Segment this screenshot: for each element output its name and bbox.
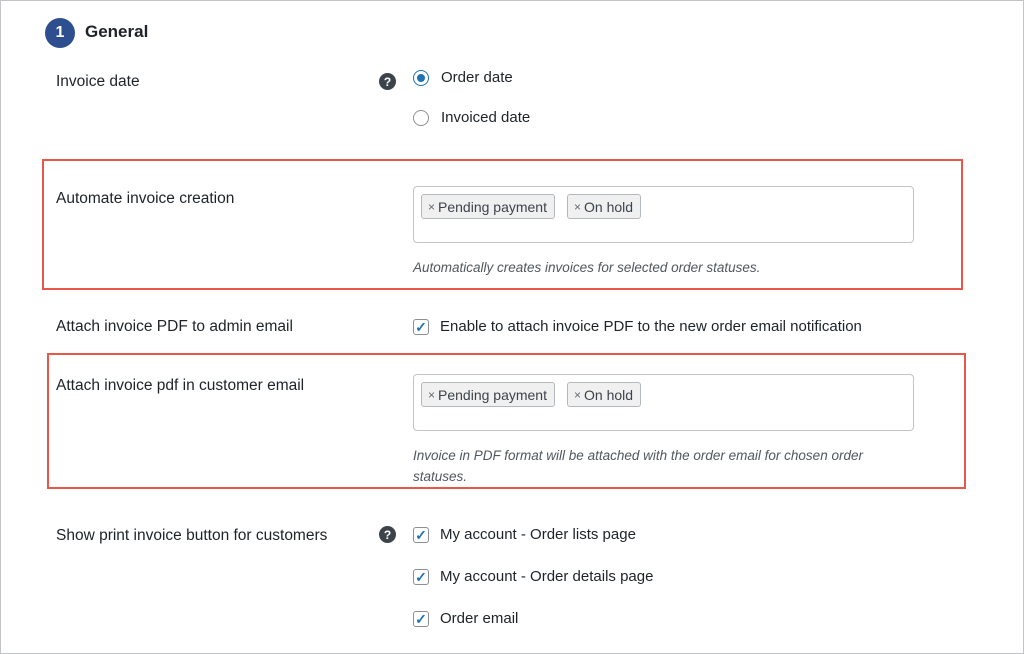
help-icon[interactable]: ? <box>379 73 396 90</box>
print-button-label: Show print invoice button for customers <box>56 527 328 544</box>
order-lists-page-checkbox[interactable]: ✓ <box>413 527 429 543</box>
attach-admin-checkbox-label: Enable to attach invoice PDF to the new … <box>440 318 862 335</box>
automate-status-select[interactable]: × Pending payment × On hold <box>413 186 914 243</box>
automate-description: Automatically creates invoices for selec… <box>413 260 761 275</box>
tag-on-hold: × On hold <box>567 194 642 219</box>
remove-tag-icon[interactable]: × <box>574 388 581 402</box>
tag-label: On hold <box>584 386 634 403</box>
help-icon[interactable]: ? <box>379 526 396 543</box>
invoice-date-label: Invoice date <box>56 73 140 90</box>
order-details-page-checkbox[interactable]: ✓ <box>413 569 429 585</box>
attach-admin-label: Attach invoice PDF to admin email <box>56 318 293 335</box>
attach-customer-description-line1: Invoice in PDF format will be attached w… <box>413 448 863 463</box>
invoiced-date-option-label: Invoiced date <box>441 109 531 126</box>
attach-customer-status-select[interactable]: × Pending payment × On hold <box>413 374 914 431</box>
order-date-radio[interactable] <box>413 70 429 86</box>
attach-customer-description-line2: statuses. <box>413 469 468 484</box>
tag-label: On hold <box>584 198 634 215</box>
tag-label: Pending payment <box>438 198 547 215</box>
invoiced-date-radio[interactable] <box>413 110 429 126</box>
section-number-badge: 1 <box>45 18 75 48</box>
order-date-option-label: Order date <box>441 69 513 86</box>
remove-tag-icon[interactable]: × <box>574 200 581 214</box>
remove-tag-icon[interactable]: × <box>428 200 435 214</box>
order-email-label: Order email <box>440 610 519 627</box>
tag-label: Pending payment <box>438 386 547 403</box>
section-title: General <box>85 22 149 41</box>
tag-on-hold: × On hold <box>567 382 642 407</box>
attach-customer-label: Attach invoice pdf in customer email <box>56 377 305 394</box>
tag-pending-payment: × Pending payment <box>421 382 555 407</box>
order-email-checkbox[interactable]: ✓ <box>413 611 429 627</box>
tag-pending-payment: × Pending payment <box>421 194 555 219</box>
attach-admin-checkbox[interactable]: ✓ <box>413 319 429 335</box>
order-lists-page-label: My account - Order lists page <box>440 526 636 543</box>
remove-tag-icon[interactable]: × <box>428 388 435 402</box>
automate-invoice-label: Automate invoice creation <box>56 190 235 207</box>
order-details-page-label: My account - Order details page <box>440 568 654 585</box>
